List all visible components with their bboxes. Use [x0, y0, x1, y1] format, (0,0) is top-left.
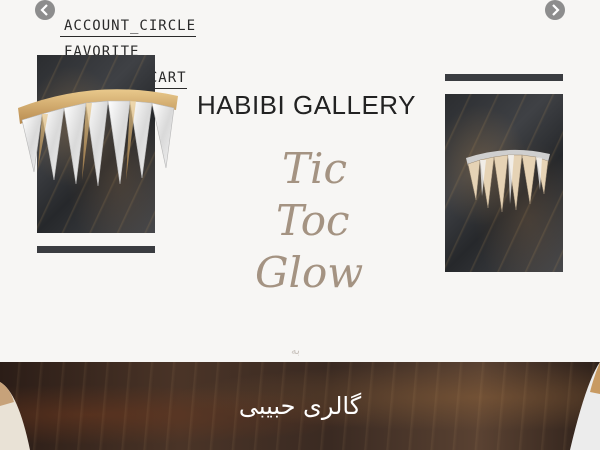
chevron-left-icon	[40, 4, 48, 16]
left-accent-bar	[37, 246, 155, 253]
page-title: HABIBI GALLERY	[197, 90, 416, 120]
script-word-1: Tic	[282, 144, 347, 193]
watermark-text: به	[291, 344, 300, 357]
banner-title: گالری حبیبی	[238, 392, 362, 420]
prev-slide-button[interactable]	[35, 0, 55, 20]
bracelet-image-left[interactable]	[8, 80, 183, 190]
script-word-2: Toc	[276, 196, 350, 245]
right-accent-bar	[445, 74, 563, 81]
ring-image-right[interactable]	[462, 140, 554, 215]
chevron-right-icon	[552, 4, 560, 16]
banner-jewelry-right	[570, 362, 600, 450]
next-slide-button[interactable]	[545, 0, 565, 20]
account-circle-icon[interactable]: ACCOUNT_CIRCLE	[59, 18, 197, 37]
script-word-3: Glow	[255, 248, 364, 297]
persian-banner: گالری حبیبی	[0, 362, 600, 450]
